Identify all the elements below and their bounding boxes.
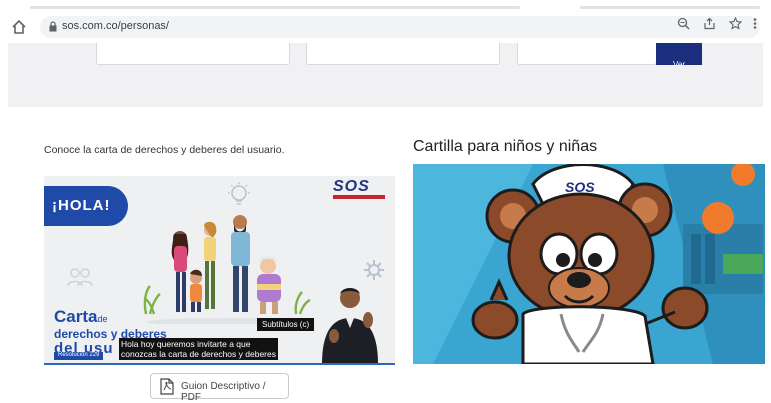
cartilla-cover-image[interactable]: SOS xyxy=(413,164,765,364)
ver-button[interactable]: Ver xyxy=(656,43,702,65)
carta-video-player[interactable]: ¡HOLA! SOS Cartade derechos y deberes de… xyxy=(44,176,395,364)
carta-section-title: Conoce la carta de derechos y deberes de… xyxy=(44,144,285,156)
gear-icon xyxy=(364,260,384,280)
hola-banner: ¡HOLA! xyxy=(44,186,128,226)
guion-pdf-button[interactable]: Guion Descriptivo / PDF xyxy=(150,373,289,403)
bookmark-star-icon[interactable] xyxy=(727,16,743,33)
filter-select[interactable] xyxy=(96,43,290,65)
tab-indicator[interactable] xyxy=(580,6,760,9)
pdf-icon xyxy=(160,378,174,395)
cartilla-section-title: Cartilla para niños y niñas xyxy=(413,138,598,155)
share-icon[interactable] xyxy=(701,17,717,33)
home-icon[interactable] xyxy=(10,18,28,36)
doctor-bear-illustration: SOS xyxy=(413,164,765,364)
lightbulb-icon xyxy=(228,182,250,205)
subtitles-button[interactable]: Subtítulos (c) xyxy=(257,318,315,331)
people-group-icon xyxy=(67,268,93,287)
filter-select[interactable] xyxy=(517,43,657,65)
filter-select[interactable] xyxy=(306,43,500,65)
zoom-icon[interactable] xyxy=(675,17,691,33)
sign-language-interpreter xyxy=(322,288,378,364)
lock-icon[interactable] xyxy=(49,21,57,32)
more-menu-icon[interactable] xyxy=(753,17,757,33)
filter-band: Ver xyxy=(8,43,763,107)
tab-indicator[interactable] xyxy=(30,6,520,9)
resolution-label: Resolución 229 xyxy=(54,352,104,360)
url-text: sos.com.co/personas/ xyxy=(62,20,169,32)
sos-logo: SOS xyxy=(333,178,385,200)
video-progress-bar[interactable] xyxy=(44,363,395,365)
video-caption: Hola hoy queremos invitarte a que conozc… xyxy=(119,338,278,360)
url-field[interactable]: sos.com.co/personas/ xyxy=(40,16,760,38)
browser-tabstrip xyxy=(0,0,771,14)
address-bar: sos.com.co/personas/ xyxy=(0,14,771,40)
